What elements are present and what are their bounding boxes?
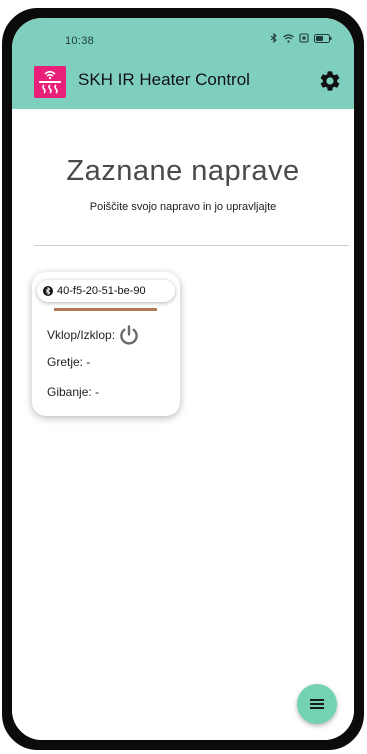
bluetooth-icon [270,33,277,43]
device-id-chip: 40-f5-20-51-be-90 [37,280,175,302]
battery-icon [314,33,332,43]
app-bar: SKH IR Heater Control [12,56,354,109]
page-title: Zaznane naprave [66,155,300,187]
device-accent-line [54,308,157,311]
menu-fab-button[interactable] [297,684,337,724]
menu-icon [310,699,324,709]
power-icon [120,325,138,345]
power-label: Vklop/Izklop: [47,328,116,342]
heater-wifi-icon [34,66,66,98]
status-icons [270,33,332,43]
phone-frame: 10:38 SKH IR Heater Control Zaznane napr… [2,8,364,750]
power-button[interactable] [118,324,140,346]
device-card[interactable]: 40-f5-20-51-be-90 Vklop/Izklop: Gretje: … [32,272,180,416]
app-screen: 10:38 SKH IR Heater Control Zaznane napr… [12,18,354,740]
battery-saver-icon [299,33,309,43]
gear-icon [320,71,340,91]
bluetooth-icon [43,286,53,296]
power-row: Vklop/Izklop: [47,324,140,346]
main-content: Zaznane naprave Poiščite svojo napravo i… [12,109,354,740]
device-id: 40-f5-20-51-be-90 [57,285,146,297]
settings-button[interactable] [318,69,342,93]
divider [34,245,349,246]
wifi-icon [283,33,294,43]
status-time: 10:38 [65,35,95,47]
page-subtitle: Poiščite svojo napravo in jo upravljajte [89,201,277,213]
app-title: SKH IR Heater Control [78,70,250,89]
heating-status: Gretje: - [47,355,91,369]
motion-status: Gibanje: - [47,385,100,399]
status-bar: 10:38 [12,18,354,56]
